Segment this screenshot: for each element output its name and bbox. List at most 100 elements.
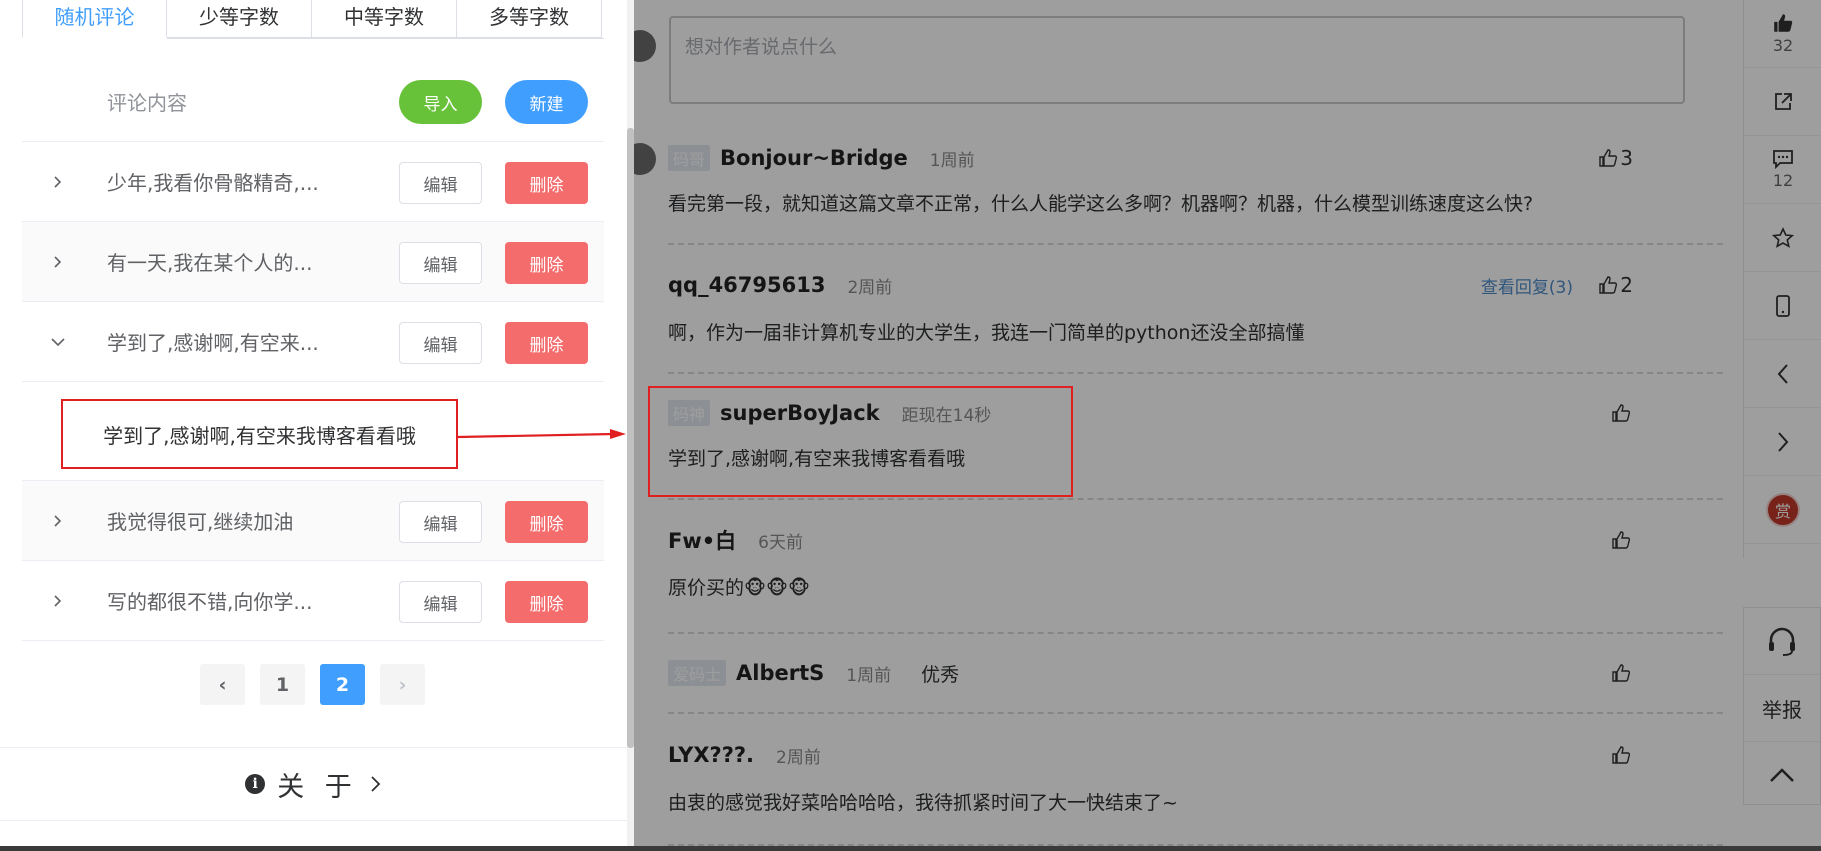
edit-button[interactable]: 编辑 (399, 242, 482, 284)
delete-button[interactable]: 删除 (505, 501, 588, 543)
user-badge: 码哥 (668, 145, 711, 171)
delete-button[interactable]: 删除 (505, 581, 588, 623)
like-article-button[interactable]: 32 (1744, 0, 1821, 68)
edit-button[interactable]: 编辑 (399, 322, 482, 364)
like-button[interactable] (1611, 740, 1633, 770)
delete-button[interactable]: 删除 (505, 242, 588, 284)
comment-text: 少年,我看你骨骼精奇,... (107, 171, 319, 195)
chevron-right-icon[interactable] (50, 481, 64, 560)
table-header: 评论内容 导入 新建 (22, 62, 604, 142)
comment-time: 1周前 (929, 150, 975, 171)
chevron-right-icon (1778, 431, 1789, 452)
comment-item: 爱码士 AlbertS 1周前 优秀 (668, 658, 1723, 714)
thumbs-up-icon (1612, 746, 1631, 764)
chevron-right-icon[interactable] (50, 222, 64, 301)
tab-medium-comments[interactable]: 中等字数 (312, 0, 457, 38)
favorite-button[interactable] (1744, 204, 1821, 272)
comment-time: 6天前 (758, 532, 803, 553)
share-icon (1775, 92, 1792, 110)
comment-item: qq_46795613 2周前 查看回复(3) 2 啊，作为一届非计算机专业的大… (668, 270, 1723, 374)
comment-body: 由衷的感觉我好菜哈哈哈哈，我待抓紧时间了大一快结束了~ (668, 792, 1178, 814)
expanded-comment-text: 学到了,感谢啊,有空来我博客看看哦 (61, 399, 458, 469)
import-button[interactable]: 导入 (399, 80, 482, 124)
help-toolbar: 举报 (1743, 607, 1821, 805)
comment-body: 优秀 (921, 663, 960, 686)
table-row: 少年,我看你骨骼精奇,... 编辑 删除 (22, 142, 604, 222)
comment-input[interactable]: 想对作者说点什么 (669, 16, 1685, 104)
comment-body: 看完第一段，就知道这篇文章不正常，什么人能学这么多啊？机器啊？机器，什么模型训练… (668, 193, 1534, 215)
page-2-button[interactable]: 2 (320, 664, 365, 705)
column-header-content: 评论内容 (107, 91, 187, 115)
edit-button[interactable]: 编辑 (399, 501, 482, 543)
share-button[interactable] (1744, 68, 1821, 136)
thumbs-up-icon (1599, 149, 1618, 167)
username[interactable]: AlbertS (736, 661, 824, 685)
tab-long-comments[interactable]: 多等字数 (457, 0, 602, 38)
table-row: 有一天,我在某个人的... 编辑 删除 (22, 222, 604, 302)
mobile-view-button[interactable] (1744, 272, 1821, 340)
view-replies-link[interactable]: 查看回复(3) (1481, 270, 1573, 300)
chevron-down-icon[interactable] (50, 302, 66, 381)
customer-service-button[interactable] (1744, 608, 1820, 675)
table-row-expanded: 学到了,感谢啊,有空来... 编辑 删除 (22, 302, 604, 382)
user-badge: 爱码士 (668, 660, 727, 686)
reward-button[interactable]: 赏 (1744, 476, 1821, 544)
like-button[interactable]: 2 (1598, 270, 1633, 300)
edit-button[interactable]: 编辑 (399, 581, 482, 623)
table-row: 写的都很不错,向你学... 编辑 删除 (22, 561, 604, 641)
comment-item: 码哥 Bonjour~Bridge 1周前 3 看完第一段，就知道这篇文章不正常… (624, 143, 1723, 245)
comment-button[interactable]: 12 (1744, 136, 1821, 204)
annotation-arrow-icon (458, 429, 626, 439)
article-like-count: 32 (1772, 36, 1794, 55)
report-button[interactable]: 举报 (1744, 675, 1820, 742)
username[interactable]: qq_46795613 (668, 273, 825, 297)
delete-button[interactable]: 删除 (505, 322, 588, 364)
comment-time: 2周前 (776, 747, 821, 768)
tab-short-comments[interactable]: 少等字数 (167, 0, 312, 38)
comment-body: 啊，作为一届非计算机专业的大学生，我连一门简单的python还没全部搞懂 (668, 322, 1305, 344)
username[interactable]: Bonjour~Bridge (720, 146, 908, 170)
comment-item: Fw•白 6天前 原价买的🐵🐵🐵 (668, 525, 1723, 634)
new-button[interactable]: 新建 (505, 80, 588, 124)
like-count: 3 (1620, 146, 1633, 170)
delete-button[interactable]: 删除 (505, 162, 588, 204)
chevron-left-icon (1777, 363, 1788, 384)
chevron-right-icon[interactable] (50, 561, 64, 640)
info-icon: i (245, 774, 266, 794)
comment-body: 原价买的🐵🐵🐵 (668, 577, 810, 599)
bottom-edge (0, 846, 1821, 851)
next-article-button[interactable] (1744, 408, 1821, 476)
comments-table: 评论内容 导入 新建 少年,我看你骨骼精奇,... 编辑 删除 有一天,我在某个… (22, 62, 604, 641)
thumbs-up-icon (1774, 14, 1793, 32)
comment-icon (1773, 150, 1793, 169)
like-button[interactable] (1611, 658, 1633, 688)
username[interactable]: Fw•白 (668, 525, 736, 555)
about-link[interactable]: i 关 于 (0, 748, 627, 820)
edit-button[interactable]: 编辑 (399, 162, 482, 204)
username[interactable]: LYX???. (668, 743, 754, 767)
article-comment-count: 12 (1772, 171, 1794, 190)
chevron-right-icon[interactable] (50, 142, 64, 221)
prev-page-button[interactable]: ‹ (200, 664, 245, 705)
tab-random-comments[interactable]: 随机评论 (22, 0, 167, 38)
like-button[interactable] (1611, 398, 1633, 428)
next-page-button[interactable]: › (380, 664, 425, 705)
comment-text: 学到了,感谢啊,有空来... (107, 331, 319, 355)
comment-text: 有一天,我在某个人的... (107, 251, 313, 275)
headset-icon (1769, 627, 1795, 656)
previous-article-button[interactable] (1744, 340, 1821, 408)
divider (0, 820, 627, 821)
page-1-button[interactable]: 1 (260, 664, 305, 705)
thumbs-up-icon (1612, 531, 1631, 549)
chevron-right-icon (371, 776, 381, 792)
scrollbar-thumb[interactable] (627, 128, 634, 748)
comment-manager-panel: 随机评论 少等字数 中等字数 多等字数 评论内容 导入 新建 少年,我看你骨骼精… (0, 0, 627, 851)
comment-item: LYX???. 2周前 由衷的感觉我好菜哈哈哈哈，我待抓紧时间了大一快结束了~ (668, 740, 1723, 846)
back-to-top-button[interactable] (1744, 742, 1820, 808)
tabs-divider (167, 38, 604, 39)
comment-time: 1周前 (846, 665, 892, 686)
table-row: 我觉得很可,继续加油 编辑 删除 (22, 481, 604, 561)
like-button[interactable]: 3 (1598, 143, 1633, 173)
pagination: ‹ 1 2 › (200, 664, 425, 705)
like-button[interactable] (1611, 525, 1633, 555)
